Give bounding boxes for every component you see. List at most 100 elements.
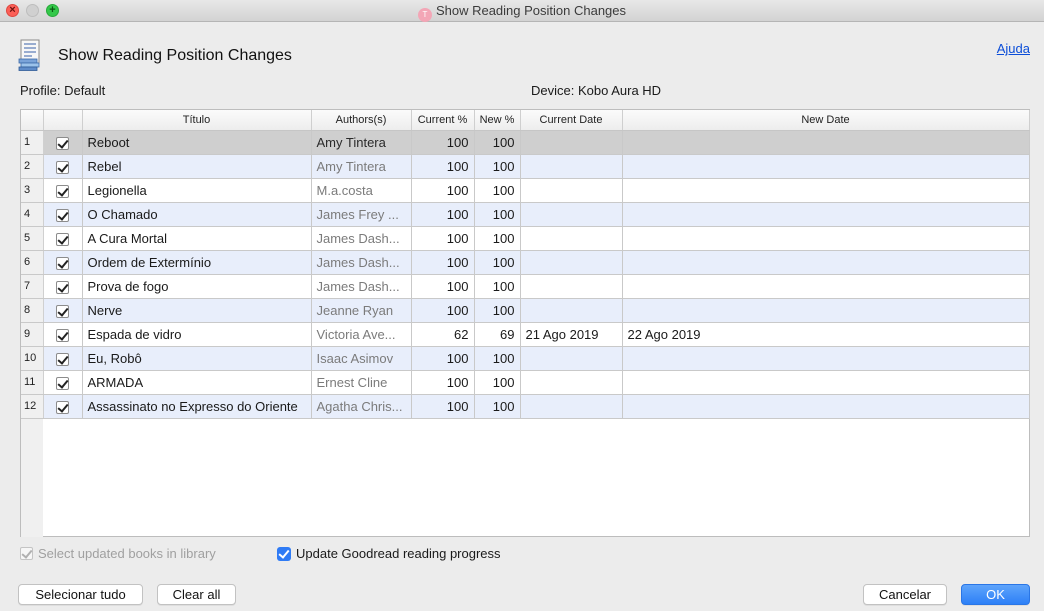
table-row[interactable]: 5 A Cura Mortal James Dash... 100 100 bbox=[21, 226, 1030, 251]
author-cell: James Dash... bbox=[311, 274, 412, 299]
update-goodreads-checkbox[interactable] bbox=[277, 546, 291, 561]
dialog-title: Show Reading Position Changes bbox=[58, 47, 292, 64]
row-checkbox-cell[interactable] bbox=[43, 298, 83, 323]
author-cell: M.a.costa bbox=[311, 178, 412, 203]
column-header-new-date[interactable]: New Date bbox=[622, 110, 1030, 131]
clear-all-button[interactable]: Clear all bbox=[157, 584, 236, 605]
row-checkbox-cell[interactable] bbox=[43, 394, 83, 419]
title-cell: Reboot bbox=[82, 130, 312, 155]
row-checkbox-cell[interactable] bbox=[43, 130, 83, 155]
new-date-cell: 22 Ago 2019 bbox=[622, 322, 1030, 347]
new-percent-cell: 100 bbox=[474, 202, 521, 227]
row-checkbox-cell[interactable] bbox=[43, 178, 83, 203]
column-header-current-date[interactable]: Current Date bbox=[520, 110, 623, 131]
author-cell: James Dash... bbox=[311, 250, 412, 275]
current-percent-cell: 100 bbox=[411, 346, 475, 371]
author-cell: Victoria Ave... bbox=[311, 322, 412, 347]
current-date-cell: 21 Ago 2019 bbox=[520, 322, 623, 347]
current-percent-cell: 100 bbox=[411, 226, 475, 251]
column-header-new-percent[interactable]: New % bbox=[474, 110, 521, 131]
table-row[interactable]: 1 Reboot Amy Tintera 100 100 bbox=[21, 130, 1030, 155]
checkbox[interactable] bbox=[56, 352, 69, 366]
row-checkbox-cell[interactable] bbox=[43, 322, 83, 347]
current-date-cell bbox=[520, 298, 623, 323]
checkbox[interactable] bbox=[56, 376, 69, 390]
row-number: 2 bbox=[21, 154, 44, 179]
current-date-cell bbox=[520, 250, 623, 275]
checkbox[interactable] bbox=[56, 232, 69, 246]
new-percent-cell: 100 bbox=[474, 394, 521, 419]
table-header-row: Título Authors(s) Current % New % Curren… bbox=[21, 110, 1030, 131]
current-date-cell bbox=[520, 178, 623, 203]
current-percent-cell: 62 bbox=[411, 322, 475, 347]
new-percent-cell: 100 bbox=[474, 226, 521, 251]
new-date-cell bbox=[622, 202, 1030, 227]
column-header-authors[interactable]: Authors(s) bbox=[311, 110, 412, 131]
table-row[interactable]: 9 Espada de vidro Victoria Ave... 62 69 … bbox=[21, 322, 1030, 347]
current-date-cell bbox=[520, 154, 623, 179]
window-title: T Show Reading Position Changes bbox=[0, 0, 1044, 22]
checkbox[interactable] bbox=[56, 328, 69, 342]
author-cell: James Frey ... bbox=[311, 202, 412, 227]
checkbox[interactable] bbox=[56, 136, 69, 150]
table-row[interactable]: 7 Prova de fogo James Dash... 100 100 bbox=[21, 274, 1030, 299]
title-bar: × + T Show Reading Position Changes bbox=[0, 0, 1044, 22]
current-date-cell bbox=[520, 130, 623, 155]
new-percent-cell: 100 bbox=[474, 178, 521, 203]
checkbox[interactable] bbox=[56, 280, 69, 294]
checkbox[interactable] bbox=[56, 208, 69, 222]
row-number: 10 bbox=[21, 346, 44, 371]
row-checkbox-cell[interactable] bbox=[43, 202, 83, 227]
new-percent-cell: 100 bbox=[474, 130, 521, 155]
table-row[interactable]: 10 Eu, Robô Isaac Asimov 100 100 bbox=[21, 346, 1030, 371]
column-header-current-percent[interactable]: Current % bbox=[411, 110, 475, 131]
author-cell: Amy Tintera bbox=[311, 154, 412, 179]
row-checkbox-cell[interactable] bbox=[43, 370, 83, 395]
table-row[interactable]: 2 Rebel Amy Tintera 100 100 bbox=[21, 154, 1030, 179]
new-date-cell bbox=[622, 274, 1030, 299]
checkbox[interactable] bbox=[56, 160, 69, 174]
author-cell: Isaac Asimov bbox=[311, 346, 412, 371]
new-percent-cell: 100 bbox=[474, 154, 521, 179]
update-goodreads-label[interactable]: Update Goodread reading progress bbox=[296, 546, 501, 561]
current-date-cell bbox=[520, 226, 623, 251]
help-link[interactable]: Ajuda bbox=[997, 41, 1030, 56]
row-number: 8 bbox=[21, 298, 44, 323]
select-all-button[interactable]: Selecionar tudo bbox=[18, 584, 143, 605]
checkbox[interactable] bbox=[56, 256, 69, 270]
cancel-button[interactable]: Cancelar bbox=[863, 584, 947, 605]
title-cell: Nerve bbox=[82, 298, 312, 323]
window-title-text: Show Reading Position Changes bbox=[435, 3, 627, 18]
column-header-title[interactable]: Título bbox=[82, 110, 312, 131]
checkbox[interactable] bbox=[56, 184, 69, 198]
column-header-rownum bbox=[21, 110, 44, 131]
table-row[interactable]: 3 Legionella M.a.costa 100 100 bbox=[21, 178, 1030, 203]
row-checkbox-cell[interactable] bbox=[43, 226, 83, 251]
row-checkbox-cell[interactable] bbox=[43, 250, 83, 275]
new-percent-cell: 69 bbox=[474, 322, 521, 347]
table-row[interactable]: 8 Nerve Jeanne Ryan 100 100 bbox=[21, 298, 1030, 323]
table-row[interactable]: 11 ARMADA Ernest Cline 100 100 bbox=[21, 370, 1030, 395]
checkbox[interactable] bbox=[56, 400, 69, 414]
row-checkbox-cell[interactable] bbox=[43, 274, 83, 299]
row-checkbox-cell[interactable] bbox=[43, 346, 83, 371]
row-number: 12 bbox=[21, 394, 44, 419]
row-checkbox-cell[interactable] bbox=[43, 154, 83, 179]
checkbox[interactable] bbox=[56, 304, 69, 318]
row-number-gutter bbox=[21, 419, 43, 537]
table-row[interactable]: 12 Assassinato no Expresso do Oriente Ag… bbox=[21, 394, 1030, 419]
row-number: 11 bbox=[21, 370, 44, 395]
profile-label: Profile: Default bbox=[20, 83, 106, 98]
table-row[interactable]: 4 O Chamado James Frey ... 100 100 bbox=[21, 202, 1030, 227]
author-cell: Jeanne Ryan bbox=[311, 298, 412, 323]
new-percent-cell: 100 bbox=[474, 250, 521, 275]
table-row[interactable]: 6 Ordem de Extermínio James Dash... 100 … bbox=[21, 250, 1030, 275]
books-table[interactable]: Título Authors(s) Current % New % Curren… bbox=[20, 109, 1030, 537]
current-date-cell bbox=[520, 370, 623, 395]
update-goodreads-option[interactable]: Update Goodread reading progress bbox=[277, 546, 501, 561]
new-date-cell bbox=[622, 394, 1030, 419]
title-cell: A Cura Mortal bbox=[82, 226, 312, 251]
ok-button[interactable]: OK bbox=[961, 584, 1030, 605]
row-number: 6 bbox=[21, 250, 44, 275]
author-cell: Ernest Cline bbox=[311, 370, 412, 395]
